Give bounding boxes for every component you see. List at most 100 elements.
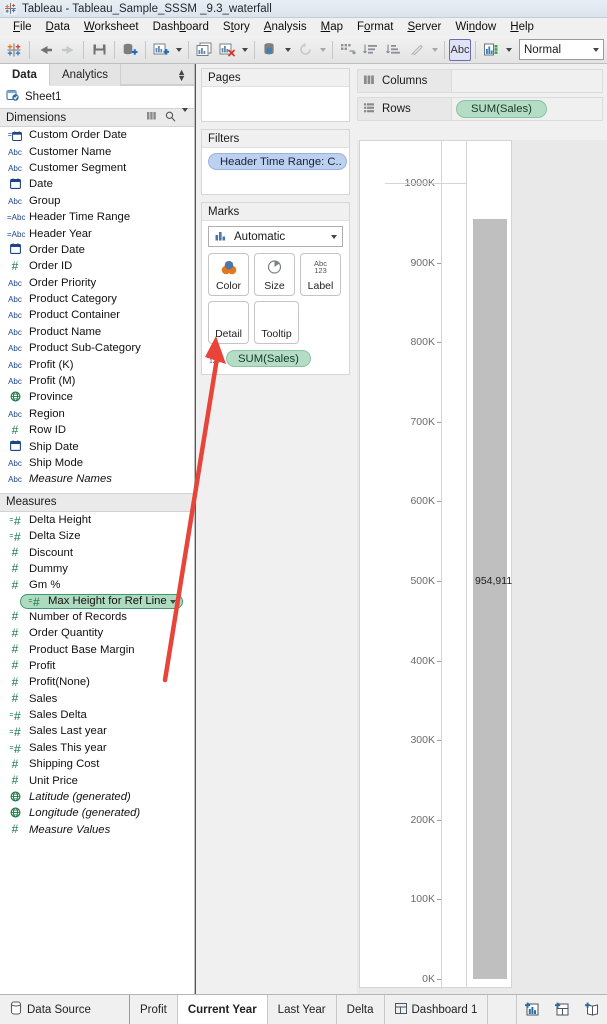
clear-sheet-icon[interactable] [216,39,238,61]
dimension-field-header-time-range[interactable]: =Abc Header Time Range [0,209,194,225]
y-axis[interactable]: 1000K 900K 800K 700K 600K 500K 400K 300K 200K 100… [360,141,467,989]
dimension-field-profit-k[interactable]: Abc Profit (K) [0,356,194,372]
measure-field-profit-none[interactable]: # Profit(None) [0,674,194,690]
menu-file[interactable]: File [6,20,39,34]
dimension-field-custom-order-date[interactable]: = Custom Order Date [0,127,194,143]
menu-analysis[interactable]: Analysis [257,20,314,34]
dimension-field-region[interactable]: Abc Region [0,406,194,422]
highlight-dropdown[interactable] [429,39,440,61]
chevron-down-icon[interactable] [170,599,176,604]
dimension-field-measure-names[interactable]: Abc Measure Names [0,471,194,487]
marks-sum-sales-pill[interactable]: SUM(Sales) [226,350,311,367]
pause-auto-update-icon[interactable] [259,39,281,61]
measure-field-sales[interactable]: # Sales [0,691,194,707]
dimension-field-ship-mode[interactable]: Abc Ship Mode [0,455,194,471]
swap-rows-columns-icon[interactable] [337,39,359,61]
menu-window[interactable]: Window [448,20,503,34]
sheet-tab-last-year[interactable]: Last Year [267,995,337,1024]
measure-field-sales-last-year[interactable]: = # Sales Last year [0,723,194,739]
sort-descending-icon[interactable] [383,39,405,61]
measure-field-order-quantity[interactable]: # Order Quantity [0,625,194,641]
refresh-icon[interactable] [294,39,316,61]
rows-sum-sales-pill[interactable]: SUM(Sales) [456,100,547,118]
measure-field-profit[interactable]: # Profit [0,658,194,674]
dimension-field-date[interactable]: Date [0,176,194,192]
measure-field-sales-this-year[interactable]: = # Sales This year [0,740,194,756]
show-mark-labels-icon[interactable]: Abc [449,38,471,61]
duplicate-sheet-icon[interactable] [193,39,215,61]
marks-label-button[interactable]: Abc 123 Label [300,253,341,296]
new-worksheet-icon[interactable] [517,995,547,1024]
measure-field-max-height-for-ref-line[interactable]: = # Max Height for Ref Line [20,593,183,609]
dimension-field-profit-m[interactable]: Abc Profit (M) [0,373,194,389]
menu-story[interactable]: Story [216,20,257,34]
menu-format[interactable]: Format [350,20,400,34]
measure-field-dummy[interactable]: # Dummy [0,561,194,577]
new-worksheet-dropdown[interactable] [173,39,184,61]
expand-collapse-icon[interactable]: ▲ ▼ [177,68,186,83]
filters-drop-area[interactable]: Header Time Range: C.. [202,148,349,177]
fit-dropdown[interactable]: Normal [519,39,604,60]
new-worksheet-icon[interactable] [150,39,172,61]
dimension-field-product-name[interactable]: Abc Product Name [0,324,194,340]
presentation-dropdown[interactable] [503,39,514,61]
menu-map[interactable]: Map [314,20,350,34]
chevron-down-icon[interactable] [182,107,188,124]
measure-field-gm[interactable]: # Gm % [0,577,194,593]
menu-help[interactable]: Help [503,20,541,34]
marks-detail-button[interactable]: Detail [208,301,249,344]
tab-data[interactable]: Data [0,64,50,86]
undo-arrow-icon[interactable] [34,39,56,61]
dimension-field-product-category[interactable]: Abc Product Category [0,291,194,307]
dimension-field-header-year[interactable]: =Abc Header Year [0,225,194,241]
search-icon[interactable] [165,111,176,125]
measure-field-sales-delta[interactable]: = # Sales Delta [0,707,194,723]
viz-canvas[interactable]: 1000K 900K 800K 700K 600K 500K 400K 300K 200K 100… [357,140,607,1024]
menu-data[interactable]: Data [39,20,77,34]
bar-mark[interactable] [473,218,507,979]
marks-tooltip-button[interactable]: Tooltip [254,301,299,344]
sheet-tab-current-year[interactable]: Current Year [177,995,268,1024]
measure-field-number-of-records[interactable]: # Number of Records [0,609,194,625]
pause-dropdown[interactable] [282,39,293,61]
measure-field-measure-values[interactable]: # Measure Values [0,822,194,838]
save-icon[interactable] [88,39,110,61]
new-data-source-icon[interactable] [119,39,141,61]
dimension-field-row-id[interactable]: # Row ID [0,422,194,438]
dimension-field-order-date[interactable]: Order Date [0,242,194,258]
dimension-field-order-id[interactable]: # Order ID [0,258,194,274]
dimension-field-customer-name[interactable]: Abc Customer Name [0,143,194,159]
menu-dashboard[interactable]: Dashboard [146,20,216,34]
marks-color-button[interactable]: Color [208,253,249,296]
columns-drop-area[interactable] [452,69,603,93]
measure-field-longitude-generated[interactable]: Longitude (generated) [0,805,194,821]
dimension-field-group[interactable]: Abc Group [0,193,194,209]
measure-field-unit-price[interactable]: # Unit Price [0,772,194,788]
mark-type-dropdown[interactable]: Automatic [208,226,343,247]
measure-field-delta-size[interactable]: = # Delta Size [0,528,194,544]
dimension-field-province[interactable]: Province [0,389,194,405]
sheet-tab-profit[interactable]: Profit [130,995,178,1024]
redo-arrow-icon[interactable] [57,39,79,61]
measure-field-shipping-cost[interactable]: # Shipping Cost [0,756,194,772]
measure-field-product-base-margin[interactable]: # Product Base Margin [0,641,194,657]
filter-pill[interactable]: Header Time Range: C.. [208,153,347,170]
dimension-field-ship-date[interactable]: Ship Date [0,438,194,454]
measure-field-discount[interactable]: # Discount [0,544,194,560]
new-dashboard-icon[interactable] [547,995,577,1024]
clear-sheet-dropdown[interactable] [239,39,250,61]
refresh-dropdown[interactable] [317,39,328,61]
tab-analytics[interactable]: Analytics [49,64,121,86]
tableau-start-icon[interactable] [3,39,25,61]
menu-server[interactable]: Server [400,20,448,34]
dimension-field-product-container[interactable]: Abc Product Container [0,307,194,323]
measure-field-latitude-generated[interactable]: Latitude (generated) [0,789,194,805]
datasource-row[interactable]: Sheet1 [0,86,194,108]
marks-size-button[interactable]: Size [254,253,295,296]
grid-icon[interactable] [147,111,159,124]
pages-drop-area[interactable] [202,87,349,99]
measure-field-delta-height[interactable]: = # Delta Height [0,512,194,528]
dimension-field-customer-segment[interactable]: Abc Customer Segment [0,160,194,176]
dimension-field-order-priority[interactable]: Abc Order Priority [0,275,194,291]
data-source-tab[interactable]: Data Source [0,995,130,1024]
